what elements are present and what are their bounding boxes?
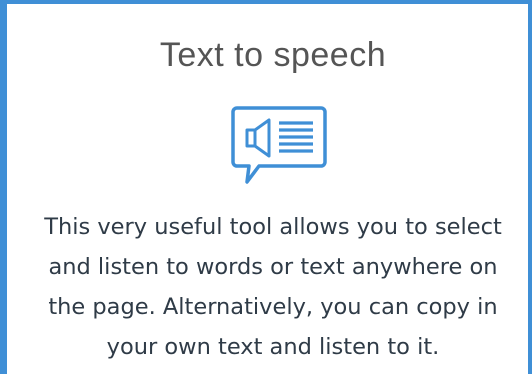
card-title: Text to speech xyxy=(159,36,387,74)
text-to-speech-card[interactable]: Text to speech This very useful tool all… xyxy=(0,0,532,374)
card-description: This very useful tool allows you to sele… xyxy=(44,214,502,360)
speech-bubble-speaker-text-icon xyxy=(229,102,329,192)
